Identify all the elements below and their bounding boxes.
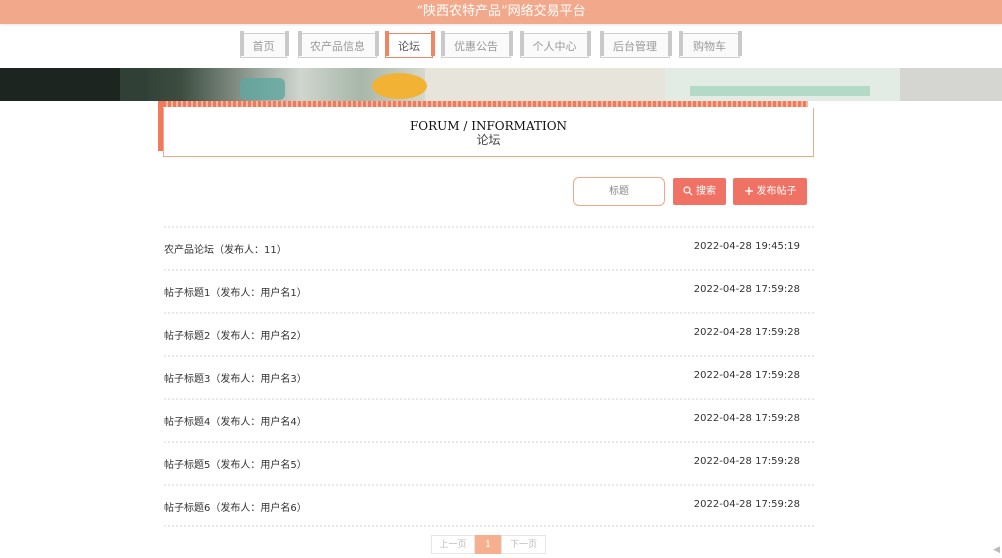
heading-decoration bbox=[158, 101, 808, 107]
post-date: 2022-04-28 17:59:28 bbox=[693, 456, 800, 467]
nav-item-products[interactable]: 农产品信息 bbox=[298, 31, 379, 58]
post-date: 2022-04-28 19:45:19 bbox=[693, 241, 800, 252]
next-page-button[interactable]: 下一页 bbox=[501, 535, 546, 554]
nav-item-home[interactable]: 首页 bbox=[240, 31, 289, 58]
current-page-button[interactable]: 1 bbox=[475, 535, 501, 554]
list-item[interactable]: 农产品论坛（发布人：11） 2022-04-28 19:45:19 bbox=[164, 226, 814, 269]
post-date: 2022-04-28 17:59:28 bbox=[693, 499, 800, 510]
section-title-cn: 论坛 bbox=[476, 133, 501, 147]
heading-box: FORUM / INFORMATION 论坛 bbox=[163, 108, 814, 157]
top-header: “陕西农特产品”网络交易平台 bbox=[0, 0, 1002, 24]
post-date: 2022-04-28 17:59:28 bbox=[693, 370, 800, 381]
nav-item-admin[interactable]: 后台管理 bbox=[600, 31, 672, 58]
site-title: “陕西农特产品”网络交易平台 bbox=[416, 4, 586, 19]
search-button[interactable]: 搜索 bbox=[673, 178, 726, 205]
post-title: 帖子标题2（发布人：用户名2） bbox=[164, 331, 307, 342]
list-item[interactable]: 帖子标题2（发布人：用户名2） 2022-04-28 17:59:28 bbox=[164, 312, 814, 355]
post-title: 帖子标题1（发布人：用户名1） bbox=[164, 288, 307, 299]
section-heading: FORUM / INFORMATION 论坛 bbox=[158, 101, 814, 157]
scroll-arrow-icon[interactable]: ◀ bbox=[993, 545, 1000, 555]
list-item[interactable]: 帖子标题3（发布人：用户名3） 2022-04-28 17:59:28 bbox=[164, 355, 814, 398]
post-date: 2022-04-28 17:59:28 bbox=[693, 413, 800, 424]
main-nav: 首页 农产品信息 论坛 优惠公告 个人中心 后台管理 购物车 bbox=[0, 26, 1002, 66]
post-title: 农产品论坛（发布人：11） bbox=[164, 245, 287, 256]
post-date: 2022-04-28 17:59:28 bbox=[693, 284, 800, 295]
nav-item-announcements[interactable]: 优惠公告 bbox=[441, 31, 513, 58]
post-date: 2022-04-28 17:59:28 bbox=[693, 327, 800, 338]
plus-icon bbox=[744, 187, 753, 195]
list-item[interactable]: 帖子标题1（发布人：用户名1） 2022-04-28 17:59:28 bbox=[164, 269, 814, 312]
search-icon bbox=[683, 186, 693, 196]
banner-image bbox=[0, 68, 1002, 101]
nav-item-personal-center[interactable]: 个人中心 bbox=[520, 31, 591, 58]
prev-page-button[interactable]: 上一页 bbox=[431, 535, 475, 554]
new-post-label: 发布帖子 bbox=[756, 186, 797, 197]
list-item[interactable]: 帖子标题4（发布人：用户名4） 2022-04-28 17:59:28 bbox=[164, 398, 814, 441]
list-item[interactable]: 帖子标题6（发布人：用户名6） 2022-04-28 17:59:28 bbox=[164, 484, 814, 527]
post-title: 帖子标题6（发布人：用户名6） bbox=[164, 503, 307, 514]
nav-item-forum[interactable]: 论坛 bbox=[385, 31, 435, 58]
post-title: 帖子标题3（发布人：用户名3） bbox=[164, 374, 307, 385]
title-search-input[interactable]: 标题 bbox=[573, 177, 665, 206]
search-button-label: 搜索 bbox=[696, 186, 716, 197]
new-post-button[interactable]: 发布帖子 bbox=[733, 178, 807, 205]
section-title-en: FORUM / INFORMATION bbox=[409, 119, 568, 133]
post-title: 帖子标题5（发布人：用户名5） bbox=[164, 460, 307, 471]
list-item[interactable]: 帖子标题5（发布人：用户名5） 2022-04-28 17:59:28 bbox=[164, 441, 814, 484]
post-title: 帖子标题4（发布人：用户名4） bbox=[164, 417, 307, 428]
post-list: 农产品论坛（发布人：11） 2022-04-28 19:45:19 帖子标题1（… bbox=[164, 226, 814, 527]
nav-item-cart[interactable]: 购物车 bbox=[679, 31, 742, 58]
